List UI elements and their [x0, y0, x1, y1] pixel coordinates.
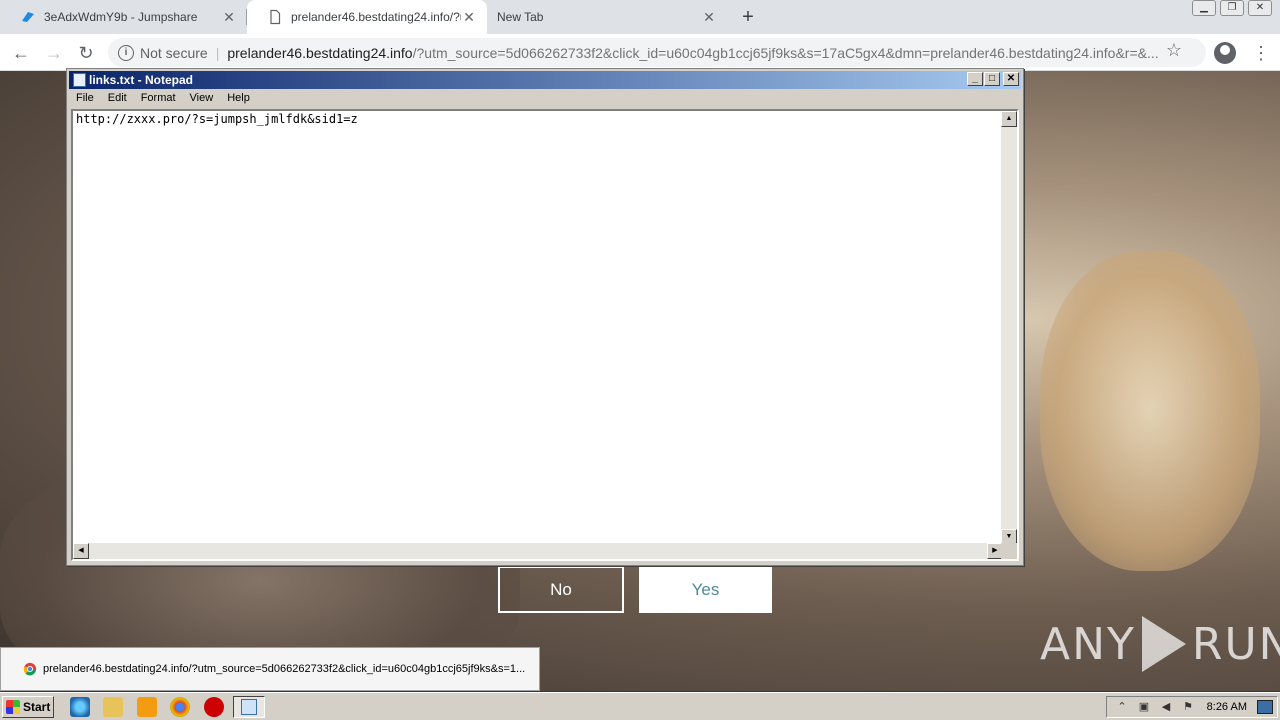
anyrun-watermark: ANY RUN: [1040, 616, 1280, 672]
chevron-up-icon[interactable]: ⌃: [1115, 700, 1129, 714]
window-controls: ▁ ❐ ✕: [1192, 0, 1272, 16]
tab-new-tab[interactable]: New Tab ✕: [487, 0, 727, 34]
horizontal-scrollbar[interactable]: ◀ ▶: [73, 543, 1003, 559]
notepad-taskbar-button[interactable]: [233, 696, 265, 718]
start-button[interactable]: Start: [2, 696, 54, 718]
menu-format[interactable]: Format: [134, 90, 183, 108]
tab-prelander[interactable]: prelander46.bestdating24.info/?utm ✕: [247, 0, 487, 34]
folder-icon[interactable]: [103, 697, 123, 717]
menu-edit[interactable]: Edit: [101, 90, 134, 108]
taskbar-window-preview[interactable]: prelander46.bestdating24.info/?utm_sourc…: [0, 647, 540, 691]
window-title: links.txt - Notepad: [89, 73, 194, 87]
notepad-menubar: File Edit Format View Help: [69, 90, 257, 108]
notepad-titlebar[interactable]: links.txt - Notepad _ □ ✕: [69, 71, 1021, 89]
volume-icon[interactable]: ◀: [1159, 700, 1173, 714]
scroll-left-icon[interactable]: ◀: [73, 543, 89, 559]
preview-title: prelander46.bestdating24.info/?utm_sourc…: [43, 663, 526, 675]
tab-title: prelander46.bestdating24.info/?utm: [291, 10, 461, 24]
profile-avatar-icon[interactable]: [1214, 42, 1236, 64]
windows-taskbar: Start ⌃ ▣ ◀ ⚑ 8:26 AM: [0, 692, 1280, 720]
menu-file[interactable]: File: [69, 90, 101, 108]
tab-title: New Tab: [497, 10, 544, 24]
no-button[interactable]: No: [498, 566, 624, 613]
close-tab-icon[interactable]: ✕: [461, 9, 477, 26]
network-icon[interactable]: ▣: [1137, 700, 1151, 714]
new-tab-button[interactable]: +: [736, 6, 760, 28]
close-icon[interactable]: ✕: [1003, 72, 1019, 86]
forward-arrow-icon[interactable]: →: [42, 41, 66, 65]
restore-icon[interactable]: ❐: [1220, 0, 1244, 16]
system-tray: ⌃ ▣ ◀ ⚑ 8:26 AM: [1106, 696, 1278, 718]
media-player-icon[interactable]: [137, 697, 157, 717]
close-window-icon[interactable]: ✕: [1248, 0, 1272, 16]
url-host: prelander46.bestdating24.info: [227, 44, 413, 61]
opera-icon[interactable]: [204, 697, 224, 717]
bookmark-star-icon[interactable]: ☆: [1166, 40, 1182, 61]
browser-tabstrip: 3eAdxWdmY9b - Jumpshare ✕ prelander46.be…: [0, 0, 1280, 34]
browser-menu-icon[interactable]: ⋮: [1252, 41, 1270, 65]
chrome-icon: [23, 662, 37, 676]
tab-jumpshare[interactable]: 3eAdxWdmY9b - Jumpshare ✕: [0, 0, 247, 34]
notepad-text-area[interactable]: http://zxxx.pro/?s=jumpsh_jmlfdk&sid1=z …: [71, 109, 1019, 561]
close-tab-icon[interactable]: ✕: [221, 9, 237, 26]
address-bar[interactable]: i Not secure | prelander46.bestdating24.…: [108, 38, 1206, 67]
minimize-icon[interactable]: ▁: [1192, 0, 1216, 16]
security-label[interactable]: Not secure: [140, 45, 208, 61]
clock[interactable]: 8:26 AM: [1207, 701, 1247, 713]
play-icon: [1141, 616, 1186, 672]
resize-grip-icon[interactable]: [1001, 543, 1017, 559]
menu-view[interactable]: View: [183, 90, 221, 108]
minimize-icon[interactable]: _: [967, 72, 983, 86]
notepad-content[interactable]: http://zxxx.pro/?s=jumpsh_jmlfdk&sid1=z: [76, 112, 358, 126]
browser-toolbar: ← → ↻ i Not secure | prelander46.bestdat…: [0, 34, 1280, 71]
yes-button[interactable]: Yes: [639, 566, 772, 613]
menu-help[interactable]: Help: [220, 90, 257, 108]
scroll-up-icon[interactable]: ▲: [1001, 111, 1017, 127]
internet-explorer-icon[interactable]: [70, 697, 90, 717]
url-path: /?utm_source=5d066262733f2&click_id=u60c…: [412, 44, 1159, 61]
windows-logo-icon: [6, 700, 20, 714]
chrome-taskbar-icon[interactable]: [170, 697, 190, 717]
tab-title: 3eAdxWdmY9b - Jumpshare: [44, 10, 198, 24]
notepad-window: links.txt - Notepad _ □ ✕ File Edit Form…: [66, 68, 1024, 566]
action-center-flag-icon[interactable]: ⚑: [1181, 700, 1195, 714]
background-photo: [1040, 251, 1260, 571]
show-desktop-icon[interactable]: [1257, 700, 1273, 714]
maximize-icon[interactable]: □: [984, 72, 1000, 86]
reload-icon[interactable]: ↻: [74, 41, 98, 65]
notepad-icon: [241, 699, 257, 715]
close-tab-icon[interactable]: ✕: [701, 9, 717, 26]
back-arrow-icon[interactable]: ←: [9, 41, 33, 65]
notepad-icon: [73, 73, 86, 87]
vertical-scrollbar[interactable]: ▲ ▼: [1001, 111, 1017, 545]
document-icon: [270, 9, 281, 25]
jumpshare-icon: [22, 12, 34, 22]
info-icon[interactable]: i: [118, 44, 134, 61]
